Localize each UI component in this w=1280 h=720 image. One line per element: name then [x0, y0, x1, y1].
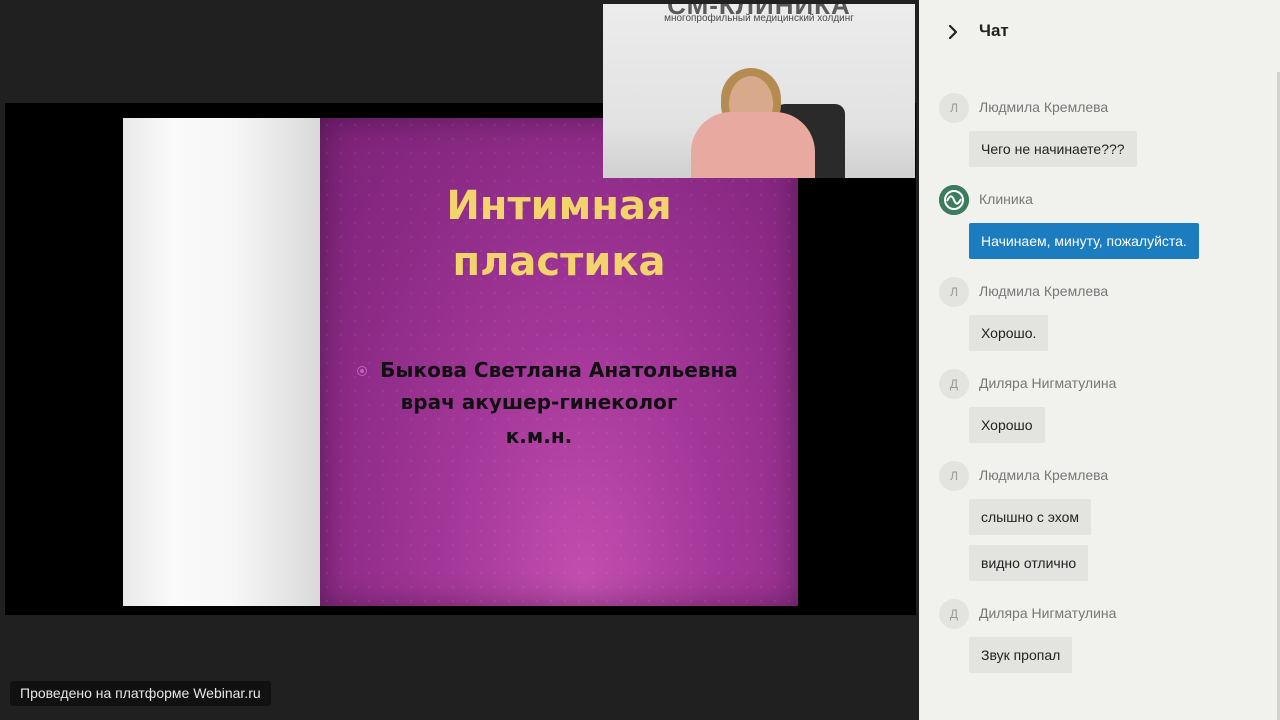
avatar: Д: [939, 599, 969, 629]
message-text: Звук пропал: [969, 637, 1073, 673]
presenter-body: [691, 112, 815, 178]
avatar: Д: [939, 369, 969, 399]
presenter-degree: к.м.н.: [505, 424, 573, 448]
presenter-role: врач акушер-гинеколог: [400, 390, 678, 414]
message-text: Начинаем, минуту, пожалуйста.: [969, 223, 1199, 259]
slide-content-panel: Интимная пластика Быкова Светлана Анатол…: [320, 118, 798, 606]
slide-left-panel: [123, 118, 320, 606]
avatar: Л: [939, 93, 969, 123]
avatar: Л: [939, 461, 969, 491]
slide-title-line1: Интимная: [446, 183, 672, 229]
message-text: слышно с эхом: [969, 499, 1091, 535]
avatar: [939, 185, 969, 215]
chat-panel: Чат Л Людмила Кремлева Чего не начинаете…: [919, 0, 1280, 720]
presenter-name: Быкова Светлана Анатольевна: [380, 358, 738, 382]
message-author: Клиника: [979, 191, 1033, 207]
slide-title-line2: пластика: [452, 239, 666, 285]
chat-title: Чат: [979, 21, 1009, 40]
message-author: Людмила Кремлева: [979, 283, 1109, 299]
presentation-slide: Интимная пластика Быкова Светлана Анатол…: [5, 103, 916, 615]
platform-badge[interactable]: Проведено на платформе Webinar.ru: [10, 681, 271, 706]
message-text: Хорошо.: [969, 315, 1049, 351]
message-author: Диляра Нигматулина: [979, 375, 1117, 391]
webinar-stage: Интимная пластика Быкова Светлана Анатол…: [0, 0, 919, 720]
message-text: Хорошо: [969, 407, 1045, 443]
clinic-logo-subtitle: многопрофильный медицинский холдинг: [664, 13, 854, 24]
chevron-right-icon[interactable]: [943, 22, 963, 42]
clinic-logo-icon: [939, 185, 969, 215]
message-author: Диляра Нигматулина: [979, 605, 1117, 621]
avatar: Л: [939, 277, 969, 307]
chat-header: Чат: [919, 0, 1280, 64]
presenter-video[interactable]: СМ-КЛИНИКА многопрофильный медицинский х…: [603, 4, 915, 178]
message-text: видно отлично: [969, 545, 1089, 581]
message-text: Чего не начинаете???: [969, 131, 1137, 167]
message-author: Людмила Кремлева: [979, 467, 1109, 483]
message-author: Людмила Кремлева: [979, 99, 1109, 115]
